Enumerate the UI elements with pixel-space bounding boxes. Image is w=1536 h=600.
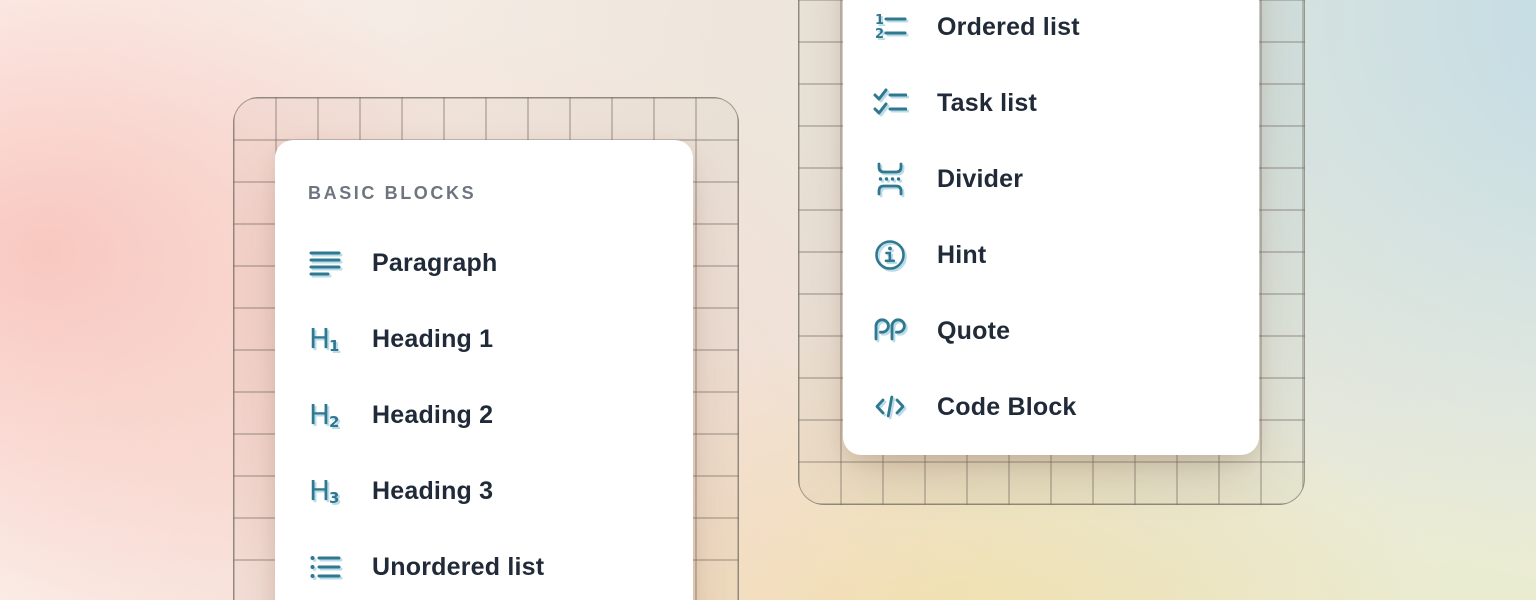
- heading-3-icon: [308, 474, 342, 508]
- hint-icon: [873, 238, 907, 272]
- menu-item-heading-2[interactable]: Heading 2: [308, 377, 693, 453]
- menu-item-code-block[interactable]: Code Block: [873, 369, 1259, 445]
- page-background: BASIC BLOCKS Paragraph Heading 1 Heading…: [0, 0, 1536, 600]
- menu-item-quote[interactable]: Quote: [873, 293, 1259, 369]
- heading-1-icon: [308, 322, 342, 356]
- menu-item-label: Code Block: [937, 393, 1077, 422]
- menu-item-task-list[interactable]: Task list: [873, 65, 1259, 141]
- basic-blocks-section-label: BASIC BLOCKS: [308, 182, 476, 204]
- menu-item-hint[interactable]: Hint: [873, 217, 1259, 293]
- menu-item-label: Unordered list: [372, 553, 544, 582]
- menu-item-unordered-list[interactable]: Unordered list: [308, 529, 693, 600]
- menu-item-label: Paragraph: [372, 249, 497, 278]
- menu-item-label: Task list: [937, 89, 1037, 118]
- menu-item-label: Heading 2: [372, 401, 493, 430]
- basic-blocks-menu: BASIC BLOCKS Paragraph Heading 1 Heading…: [275, 140, 693, 600]
- menu-item-label: Hint: [937, 241, 986, 270]
- ordered-list-icon: [873, 10, 907, 44]
- blocks-menu-continued: Ordered list Task list Divider Hint Quot…: [843, 0, 1259, 455]
- menu-item-heading-1[interactable]: Heading 1: [308, 301, 693, 377]
- code-block-icon: [873, 390, 907, 424]
- menu-item-divider[interactable]: Divider: [873, 141, 1259, 217]
- paragraph-icon: [308, 246, 342, 280]
- unordered-list-icon: [308, 550, 342, 584]
- menu-item-heading-3[interactable]: Heading 3: [308, 453, 693, 529]
- menu-item-label: Ordered list: [937, 13, 1080, 42]
- blocks-list-continued: Ordered list Task list Divider Hint Quot…: [843, 0, 1259, 445]
- menu-item-paragraph[interactable]: Paragraph: [308, 225, 693, 301]
- heading-2-icon: [308, 398, 342, 432]
- menu-item-label: Divider: [937, 165, 1023, 194]
- menu-item-label: Quote: [937, 317, 1010, 346]
- task-list-icon: [873, 86, 907, 120]
- menu-item-label: Heading 3: [372, 477, 493, 506]
- menu-item-ordered-list[interactable]: Ordered list: [873, 0, 1259, 65]
- divider-icon: [873, 162, 907, 196]
- quote-icon: [873, 314, 907, 348]
- basic-blocks-list: Paragraph Heading 1 Heading 2 Heading 3 …: [275, 225, 693, 600]
- menu-item-label: Heading 1: [372, 325, 493, 354]
